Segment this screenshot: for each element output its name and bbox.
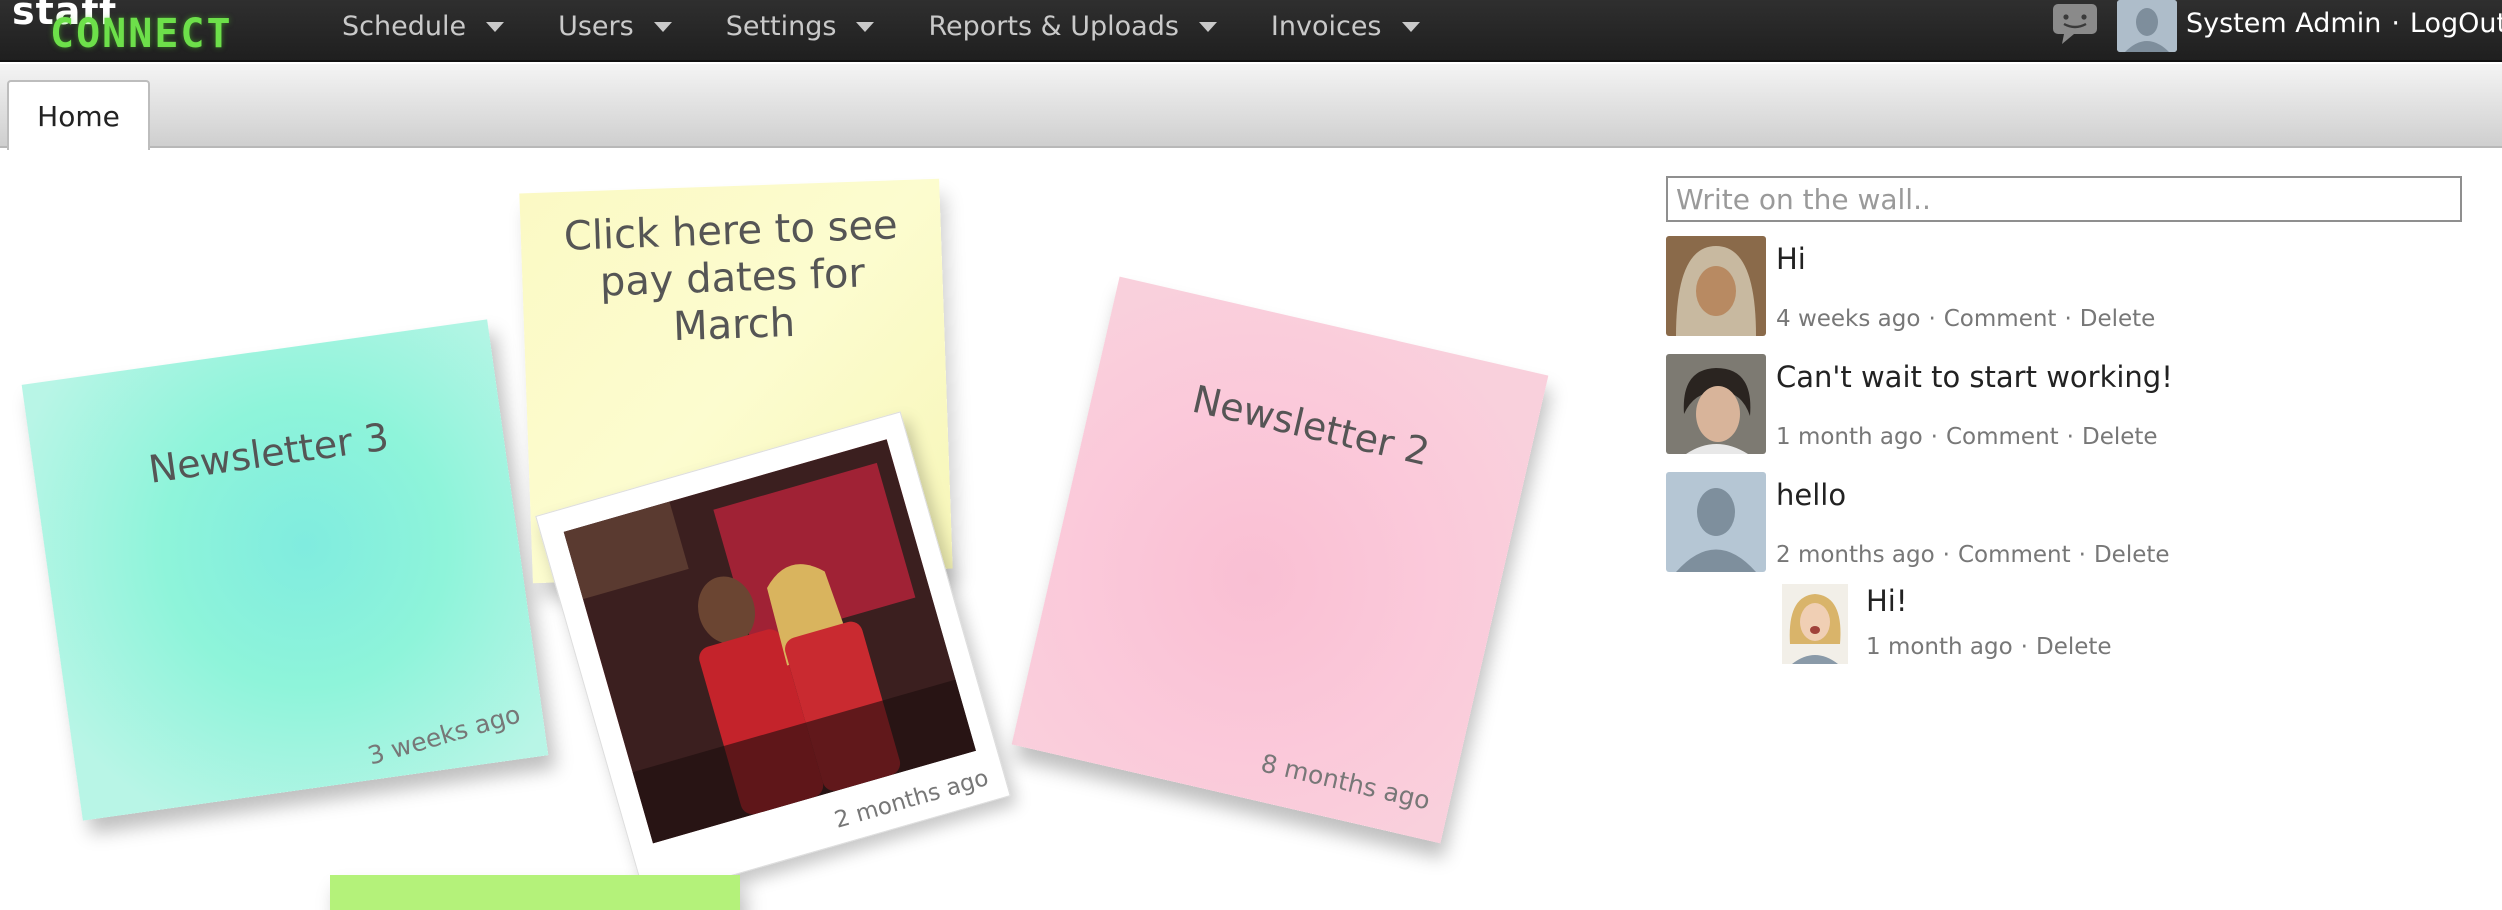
comment-time: 1 month ago [1866,634,2013,660]
avatar[interactable] [1666,472,1766,572]
sticky-note-green[interactable] [330,875,740,910]
comment-meta: 1 month ago · Delete [1866,634,2112,660]
post-time: 4 weeks ago [1776,306,1921,332]
menu-users-label: Users [558,10,634,42]
note-timestamp: 3 weeks ago [364,699,524,771]
menu-settings-label: Settings [725,10,837,42]
sticky-note-newsletter-2[interactable]: Newsletter 2 8 months ago [1011,276,1549,844]
note-timestamp: 8 months ago [1258,748,1433,816]
caret-down-icon [1198,22,1217,32]
menu-users[interactable]: Users [558,11,672,42]
post-time: 1 month ago [1776,424,1923,450]
note-title: Click here to see pay dates for March [563,202,899,351]
post-text: hello [1776,478,1847,512]
post-text: Hi [1776,242,1806,276]
main-menu: Schedule Users Settings Reports & Upload… [342,0,1474,52]
menu-schedule-label: Schedule [342,10,467,42]
logo-text-connect: CONNECT [50,11,233,57]
user-name[interactable]: System Admin [2186,8,2381,39]
logout-link[interactable]: LogOut [2410,8,2502,39]
user-menu: System Admin · LogOut [2186,8,2502,39]
caret-down-icon [856,22,875,32]
tab-bar: Home [0,64,2502,150]
menu-settings[interactable]: Settings [726,11,875,42]
caret-down-icon [1401,22,1420,32]
comment-text: Hi! [1866,584,1908,618]
comment-link[interactable]: Comment [1958,542,2071,568]
delete-link[interactable]: Delete [2080,306,2156,332]
user-avatar[interactable] [2117,0,2177,52]
tab-home[interactable]: Home [7,80,150,150]
caret-down-icon [486,22,505,32]
menu-reports-uploads[interactable]: Reports & Uploads [928,10,1217,42]
comment-link[interactable]: Comment [1946,424,2059,450]
note-title: Newsletter 3 [145,414,392,492]
delete-link[interactable]: Delete [2036,634,2112,660]
menu-invoices[interactable]: Invoices [1271,11,1420,42]
notice-board: Newsletter 3 3 weeks ago Click here to s… [0,150,1640,910]
menu-schedule[interactable]: Schedule [342,10,505,42]
caret-down-icon [653,22,672,32]
post-meta: 4 weeks ago · Comment · Delete [1776,306,2156,332]
sticky-note-newsletter-3[interactable]: Newsletter 3 3 weeks ago [21,319,549,821]
avatar[interactable] [1666,354,1766,454]
top-navbar: staff CONNECT Schedule Users Settings Re… [0,0,2502,62]
avatar[interactable] [1782,584,1848,664]
comment-link[interactable]: Comment [1944,306,2057,332]
photo-image [563,439,976,844]
chat-bubble-icon[interactable] [2050,2,2100,46]
post-meta: 2 months ago · Comment · Delete [1776,542,2170,568]
user-separator: · [2391,8,2400,39]
menu-reports-uploads-label: Reports & Uploads [928,10,1179,42]
post-meta: 1 month ago · Comment · Delete [1776,424,2158,450]
post-time: 2 months ago [1776,542,1935,568]
menu-invoices-label: Invoices [1270,10,1382,42]
staff-connect-logo[interactable]: staff CONNECT [10,0,290,62]
avatar[interactable] [1666,236,1766,336]
note-title: Newsletter 2 [1188,376,1434,475]
delete-link[interactable]: Delete [2082,424,2158,450]
post-text: Can't wait to start working! [1776,360,2173,394]
delete-link[interactable]: Delete [2094,542,2170,568]
wall-post-input[interactable] [1666,176,2462,222]
